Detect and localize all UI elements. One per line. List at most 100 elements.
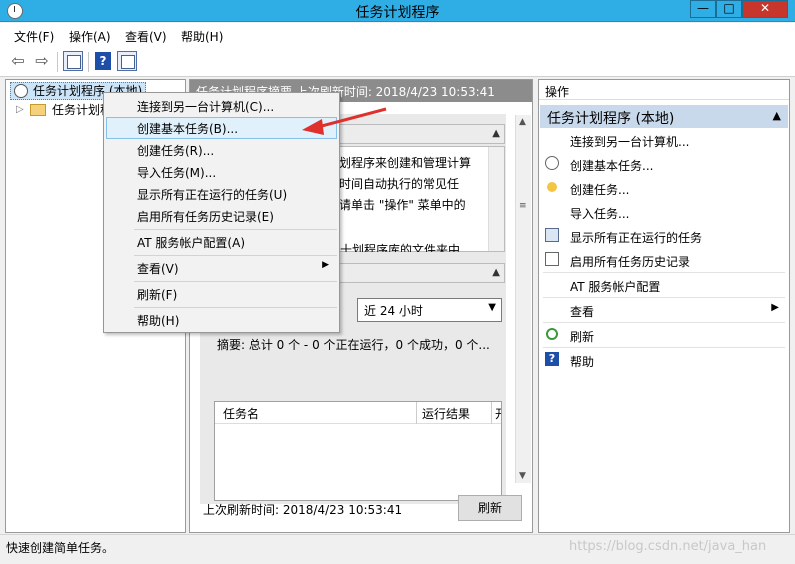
ctx-view[interactable]: 查看(V) ▶ [106,257,337,279]
ctx-show-running[interactable]: 显示所有正在运行的任务(U) [106,183,337,205]
ctx-at-config[interactable]: AT 服务帐户配置(A) [106,231,337,253]
create-task-icon [547,182,557,192]
maximize-button[interactable]: □ [716,0,742,18]
action-create-basic-task[interactable]: 创建基本任务... [539,153,789,175]
action-label: 刷新 [570,330,595,344]
menu-action[interactable]: 操作(A) [69,28,111,45]
show-hide-console-tree-icon[interactable] [63,51,83,71]
refresh-icon [546,328,558,340]
action-label: 帮助 [570,355,595,369]
menu-help[interactable]: 帮助(H) [181,28,223,45]
ctx-help[interactable]: 帮助(H) [106,309,337,331]
status-text: 快速创建简单任务。 [6,541,115,555]
toolbar: ⇦ ⇨ ? [0,47,795,77]
refresh-button[interactable]: 刷新 [458,495,522,521]
create-basic-task-icon [545,156,559,170]
watermark-text: https://blog.csdn.net/java_han [569,539,767,554]
action-label: 查看 [570,305,595,319]
collapse-icon[interactable]: ▲ [492,128,500,139]
actions-pane: 操作 任务计划程序 (本地) ▲ 连接到另一台计算机... 创建基本任务... … [538,79,790,533]
back-arrow-icon[interactable]: ⇦ [8,52,28,72]
overview-line: 请单击 "操作" 菜单中的 [339,198,466,212]
action-at-config[interactable]: AT 服务帐户配置 [539,274,789,296]
tree-item-library[interactable]: ▷ 任务计划程 [16,102,112,120]
action-separator [543,272,785,273]
time-range-value: 近 24 小时 [364,304,423,318]
action-separator [543,322,785,323]
grid-header: 任务名 运行结果 开 [215,402,501,424]
running-tasks-icon [545,228,559,242]
collapse-icon[interactable]: ▲ [773,109,781,122]
overview-cut-line: 十划程序库的文件夹中 [340,243,461,252]
task-summary: 摘要: 总计 0 个 - 0 个正在运行，0 个成功，0 个... [217,338,490,352]
summary-scrollbar[interactable]: ▲ ≡ ▼ [515,115,531,483]
menu-bar: 文件(F) 操作(A) 查看(V) 帮助(H) [0,23,795,47]
column-divider [491,402,492,424]
help-icon[interactable]: ? [95,52,111,70]
action-label: 创建基本任务... [570,159,654,173]
col-run-result[interactable]: 运行结果 [422,405,470,422]
help-icon: ? [545,352,559,366]
action-label: 创建任务... [570,183,630,197]
menu-separator [134,229,337,230]
task-status-grid[interactable]: 任务名 运行结果 开 [214,401,502,501]
ctx-refresh[interactable]: 刷新(F) [106,283,337,305]
submenu-arrow-icon: ▶ [322,260,329,270]
status-bar: 快速创建简单任务。 https://blog.csdn.net/java_han [0,534,795,564]
action-view[interactable]: 查看 ▶ [539,299,789,321]
overview-scrollbar[interactable] [488,147,504,251]
forward-arrow-icon[interactable]: ⇨ [32,52,52,72]
scroll-thumb[interactable]: ≡ [519,201,527,211]
collapse-icon[interactable]: ▲ [492,267,500,278]
close-button[interactable]: ✕ [742,0,788,18]
minimize-button[interactable]: — [690,0,716,18]
clock-icon [14,84,28,98]
col-start[interactable]: 开 [495,405,501,422]
scroll-up-icon[interactable]: ▲ [519,117,526,127]
ctx-create-task[interactable]: 创建任务(R)... [106,139,337,161]
action-connect[interactable]: 连接到另一台计算机... [539,129,789,151]
menu-separator [134,281,337,282]
actions-title: 操作 [539,80,789,100]
action-label: 连接到另一台计算机... [570,135,690,149]
action-help[interactable]: ? 帮助 [539,349,789,371]
action-refresh[interactable]: 刷新 [539,324,789,346]
overview-line: 划程序来创建和管理计算 [339,156,472,170]
history-icon [545,252,559,266]
ctx-import-task[interactable]: 导入任务(M)... [106,161,337,183]
window-title: 任务计划程序 [355,5,440,21]
ctx-enable-history[interactable]: 启用所有任务历史记录(E) [106,205,337,227]
toolbar-separator [88,52,89,72]
action-show-running[interactable]: 显示所有正在运行的任务 [539,225,789,247]
action-label: 显示所有正在运行的任务 [570,231,703,245]
action-import-task[interactable]: 导入任务... [539,201,789,223]
action-separator [543,347,785,348]
show-hide-action-pane-icon[interactable] [117,51,137,71]
action-label: AT 服务帐户配置 [570,280,661,294]
folder-icon [30,104,46,116]
scroll-down-icon[interactable]: ▼ [519,471,526,481]
annotation-arrow-icon [302,107,387,135]
actions-section-label: 任务计划程序 (本地) [547,111,675,127]
menu-view[interactable]: 查看(V) [125,28,167,45]
time-range-select[interactable]: 近 24 小时 ▼ [357,298,502,322]
menu-separator [134,255,337,256]
action-create-task[interactable]: 创建任务... [539,177,789,199]
expand-arrow-icon[interactable]: ▷ [16,102,24,118]
ctx-view-label: 查看(V) [137,262,179,276]
column-divider [416,402,417,424]
action-separator [543,297,785,298]
toolbar-separator [57,52,58,72]
col-task-name[interactable]: 任务名 [223,405,259,422]
action-label: 导入任务... [570,207,630,221]
menu-file[interactable]: 文件(F) [14,28,54,45]
overview-line: 时间自动执行的常见任 [339,177,460,191]
menu-separator [134,307,337,308]
chevron-down-icon: ▼ [488,302,496,313]
actions-section-header[interactable]: 任务计划程序 (本地) ▲ [540,105,788,128]
action-label: 启用所有任务历史记录 [570,255,691,269]
action-enable-history[interactable]: 启用所有任务历史记录 [539,249,789,271]
last-refresh-time: 上次刷新时间: 2018/4/23 10:53:41 [203,503,403,517]
title-bar: 任务计划程序 — □ ✕ [0,0,795,22]
submenu-arrow-icon: ▶ [771,302,779,313]
